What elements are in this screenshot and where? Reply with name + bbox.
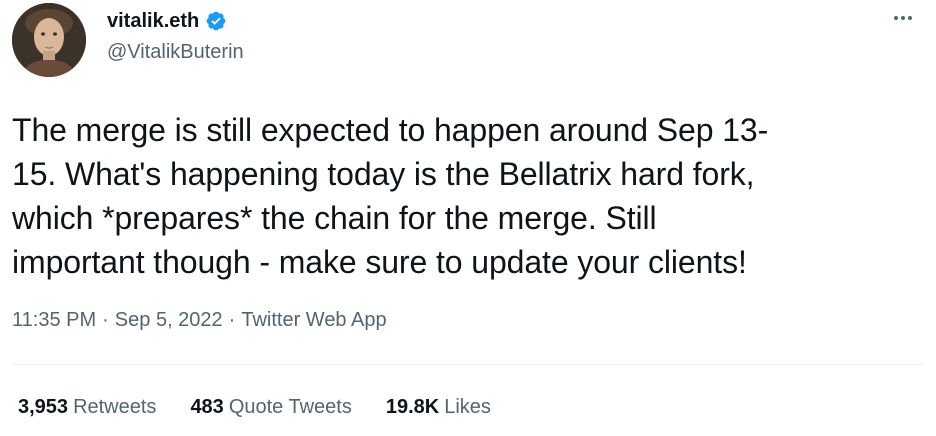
likes-label: Likes bbox=[444, 396, 491, 418]
avatar[interactable] bbox=[12, 3, 86, 77]
more-horizontal-icon bbox=[894, 16, 912, 20]
tweet-time[interactable]: 11:35 PM bbox=[12, 309, 96, 332]
quote-tweets-count: 483 bbox=[190, 396, 224, 418]
meta-separator: · bbox=[102, 309, 109, 331]
tweet-source[interactable]: Twitter Web App bbox=[241, 309, 386, 332]
divider bbox=[12, 364, 924, 365]
quote-tweets-stat[interactable]: 483 Quote Tweets bbox=[190, 396, 351, 419]
author-handle[interactable]: @VitalikButerin bbox=[107, 41, 244, 64]
retweets-label: Retweets bbox=[73, 396, 157, 418]
meta-separator: · bbox=[228, 309, 236, 331]
likes-count: 19.8K bbox=[385, 396, 440, 418]
avatar-image bbox=[12, 3, 86, 77]
engagement-stats: 3,953 Retweets 483 Quote Tweets 19.8K Li… bbox=[18, 396, 491, 419]
tweet-metadata: 11:35 PM · Sep 5, 2022 · Twitter Web App bbox=[12, 309, 387, 332]
retweets-count: 3,953 bbox=[18, 396, 69, 418]
more-options-button[interactable] bbox=[888, 6, 918, 30]
verified-badge-icon bbox=[205, 10, 227, 32]
author-name-row[interactable]: vitalik.eth bbox=[107, 6, 227, 36]
tweet-date[interactable]: Sep 5, 2022 bbox=[115, 309, 223, 332]
display-name[interactable]: vitalik.eth bbox=[107, 10, 199, 33]
retweets-stat[interactable]: 3,953 Retweets bbox=[18, 396, 156, 419]
tweet: vitalik.eth @VitalikButerin The merge is… bbox=[0, 0, 936, 436]
quote-tweets-label: Quote Tweets bbox=[228, 396, 352, 418]
tweet-text: The merge is still expected to happen ar… bbox=[12, 112, 769, 280]
likes-stat[interactable]: 19.8K Likes bbox=[386, 396, 491, 419]
